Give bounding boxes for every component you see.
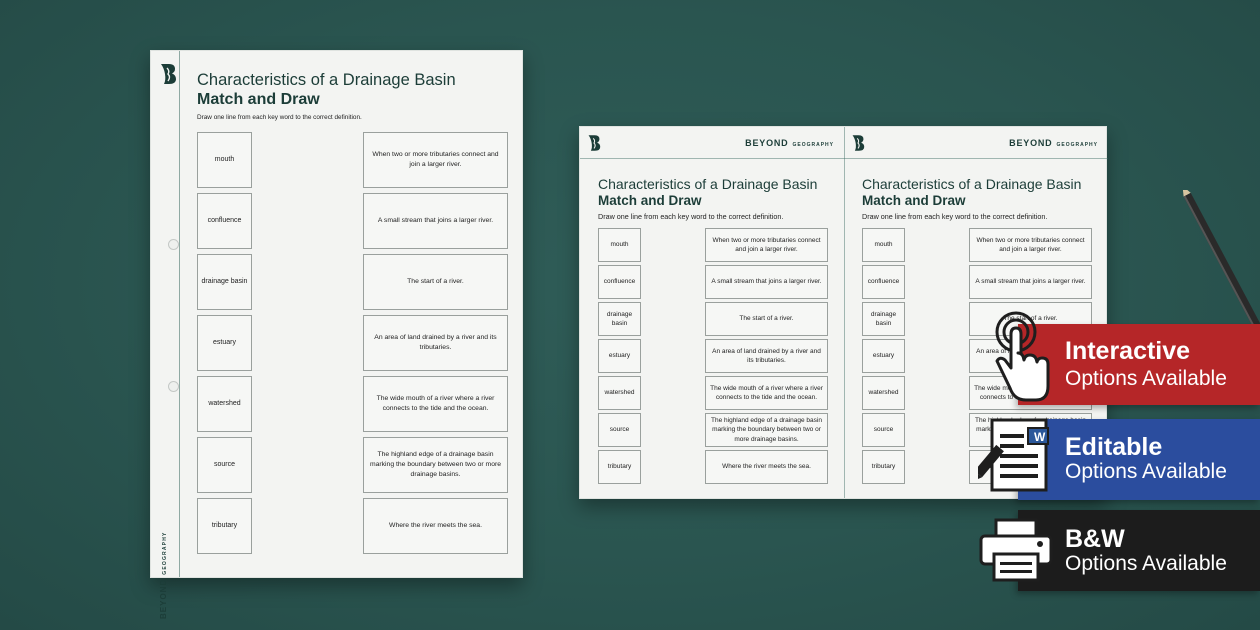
definition-box: The highland edge of a drainage basin ma…: [705, 413, 828, 447]
definition-box: An area of land drained by a river and i…: [363, 315, 508, 371]
brand-header: BEYOND GEOGRAPHY: [1009, 138, 1098, 148]
banner-subtitle: Options Available: [1065, 367, 1227, 390]
definition-box: A small stream that joins a larger river…: [705, 265, 828, 299]
worksheet-portrait: BEYONDGEOGRAPHY Characteristics of a Dra…: [150, 50, 523, 619]
worksheet-subtitle: Match and Draw: [598, 193, 702, 208]
keyword-box: mouth: [197, 132, 252, 188]
worksheet-instruction: Draw one line from each key word to the …: [862, 212, 1048, 221]
svg-text:W: W: [1034, 430, 1046, 444]
definition-box: When two or more tributaries connect and…: [363, 132, 508, 188]
definition-box: The highland edge of a drainage basin ma…: [363, 437, 508, 493]
keyword-box: drainage basin: [598, 302, 641, 336]
worksheet-title: Characteristics of a Drainage Basin: [862, 176, 1082, 192]
keyword-box: estuary: [598, 339, 641, 373]
definition-box: Where the river meets the sea.: [705, 450, 828, 484]
punch-hole: [168, 381, 179, 392]
keyword-box: source: [197, 437, 252, 493]
worksheet-subtitle: Match and Draw: [862, 193, 966, 208]
vertical-brand: BEYONDGEOGRAPHY: [159, 531, 168, 619]
keyword-box: source: [598, 413, 641, 447]
keyword-box: estuary: [862, 339, 905, 373]
header-rule: [844, 158, 1108, 159]
definition-box: The wide mouth of a river where a river …: [705, 376, 828, 410]
header-rule: [580, 158, 844, 159]
pencil-icon: [1182, 190, 1260, 338]
worksheet-half-left: BEYOND GEOGRAPHY Characteristics of a Dra…: [580, 127, 844, 500]
interactive-options-banner[interactable]: Interactive Options Available: [1018, 324, 1260, 405]
word-document-icon: W: [978, 418, 1049, 492]
keyword-box: drainage basin: [197, 254, 252, 310]
banner-subtitle: Options Available: [1065, 552, 1227, 575]
keyword-box: source: [862, 413, 905, 447]
keyword-box: watershed: [862, 376, 905, 410]
keyword-box: confluence: [598, 265, 641, 299]
keyword-box: tributary: [598, 450, 641, 484]
keyword-box: mouth: [598, 228, 641, 262]
margin-rule: [179, 51, 180, 577]
definition-box: The start of a river.: [363, 254, 508, 310]
beyond-logo-icon: [588, 135, 601, 151]
keyword-box: drainage basin: [862, 302, 905, 336]
worksheet-instruction: Draw one line from each key word to the …: [598, 212, 784, 221]
keyword-box: estuary: [197, 315, 252, 371]
definition-box: A small stream that joins a larger river…: [363, 193, 508, 249]
punch-hole: [168, 239, 179, 250]
keyword-box: watershed: [598, 376, 641, 410]
beyond-logo-icon: [852, 135, 865, 151]
banner-title: B&W: [1065, 525, 1125, 553]
banner-title: Interactive: [1065, 337, 1191, 365]
touch-hand-icon: [995, 311, 1050, 402]
keyword-box: tributary: [197, 498, 252, 554]
definition-box: An area of land drained by a river and i…: [705, 339, 828, 373]
worksheet-title: Characteristics of a Drainage Basin: [197, 71, 456, 89]
definition-box: A small stream that joins a larger river…: [969, 265, 1092, 299]
keyword-box: mouth: [862, 228, 905, 262]
keyword-box: confluence: [197, 193, 252, 249]
keyword-box: confluence: [862, 265, 905, 299]
worksheet-instruction: Draw one line from each key word to the …: [197, 114, 362, 121]
keyword-box: watershed: [197, 376, 252, 432]
printer-icon: [979, 518, 1053, 582]
banner-subtitle: Options Available: [1065, 460, 1227, 483]
bw-options-banner[interactable]: B&W Options Available: [1018, 510, 1260, 591]
definition-box: The start of a river.: [705, 302, 828, 336]
definition-box: Where the river meets the sea.: [363, 498, 508, 554]
brand-header: BEYOND GEOGRAPHY: [745, 138, 834, 148]
definition-box: When two or more tributaries connect and…: [969, 228, 1092, 262]
worksheet-subtitle: Match and Draw: [197, 91, 320, 108]
definition-box: When two or more tributaries connect and…: [705, 228, 828, 262]
definition-box: The wide mouth of a river where a river …: [363, 376, 508, 432]
worksheet-title: Characteristics of a Drainage Basin: [598, 176, 818, 192]
banner-title: Editable: [1065, 433, 1163, 461]
keyword-box: tributary: [862, 450, 905, 484]
beyond-logo-icon: [161, 64, 176, 84]
